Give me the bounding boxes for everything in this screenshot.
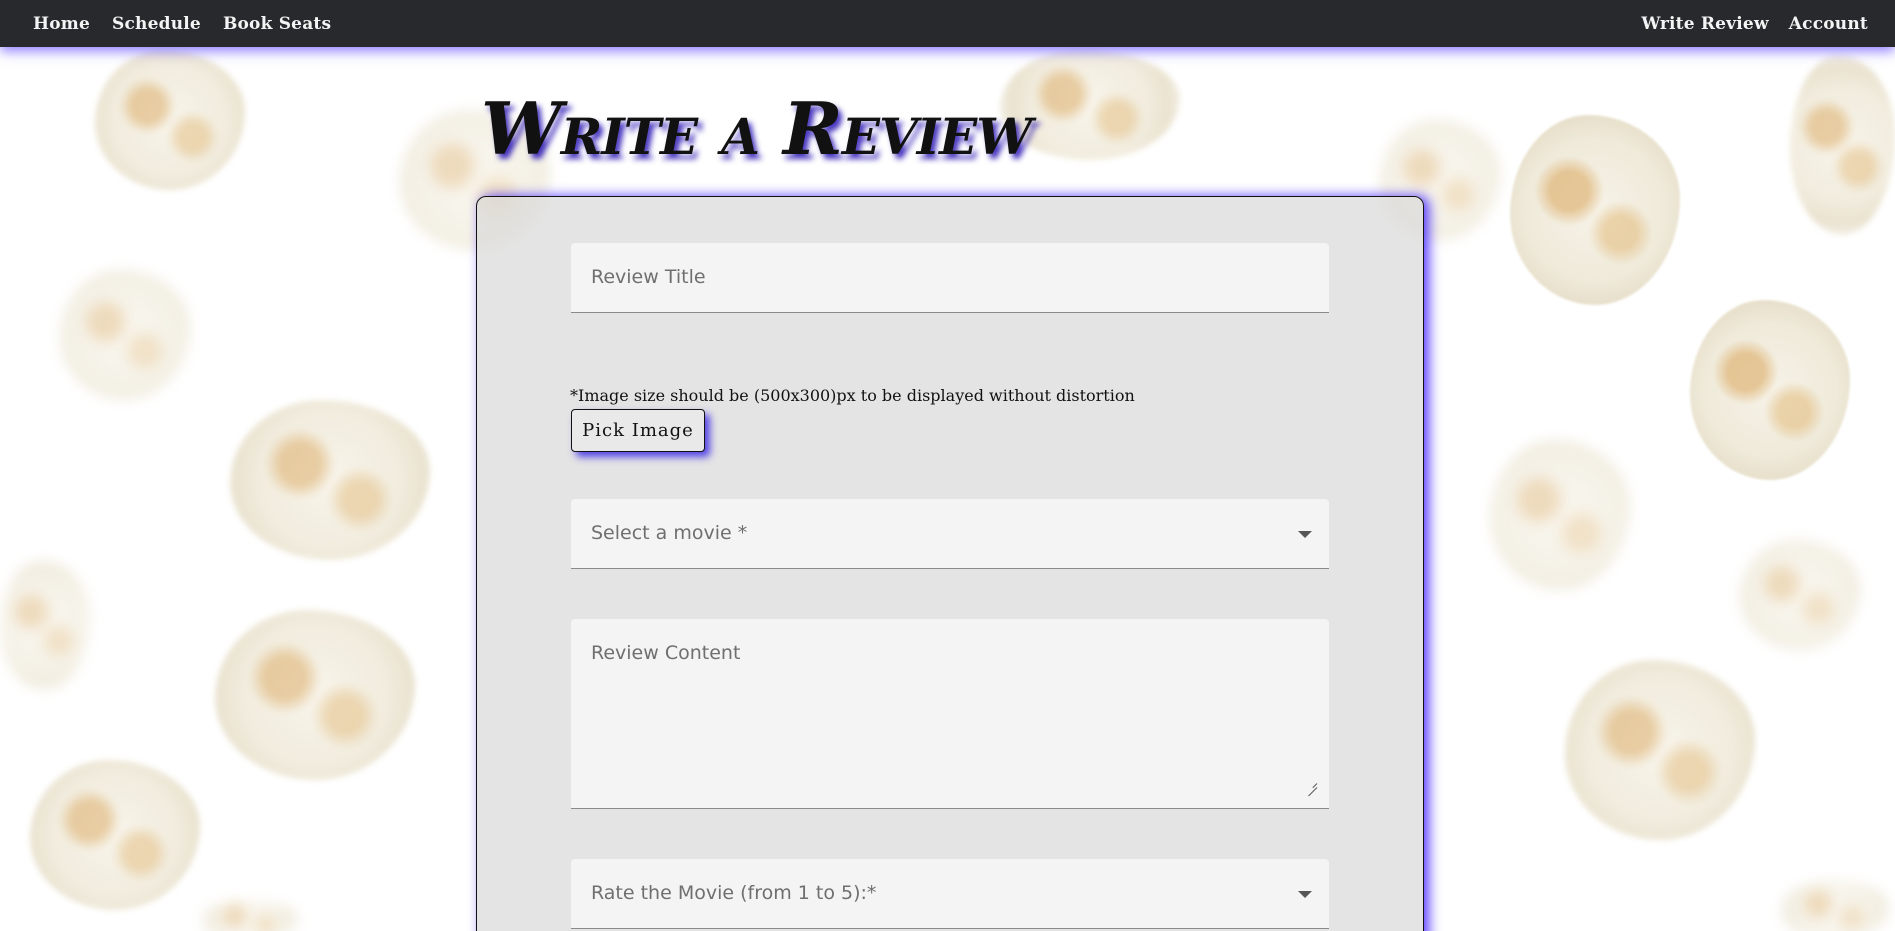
movie-select[interactable]: Select a movie * xyxy=(571,499,1329,569)
nav-write-review-link[interactable]: Write Review xyxy=(1641,14,1768,34)
nav-right-group: Write Review Account xyxy=(1621,0,1868,47)
top-navbar: Home Schedule Book Seats Write Review Ac… xyxy=(0,0,1895,47)
chevron-down-icon xyxy=(1298,891,1312,898)
nav-book-seats-link[interactable]: Book Seats xyxy=(223,14,331,34)
image-size-note: *Image size should be (500x300)px to be … xyxy=(570,386,1135,405)
review-form-card: Review Title *Image size should be (500x… xyxy=(476,196,1424,931)
nav-home-link[interactable]: Home xyxy=(33,14,90,34)
rating-select[interactable]: Rate the Movie (from 1 to 5):* xyxy=(571,859,1329,929)
page-title: Write a Review xyxy=(481,86,1032,171)
review-content-textarea[interactable]: Review Content xyxy=(571,619,1329,809)
review-title-input[interactable]: Review Title xyxy=(571,243,1329,313)
chevron-down-icon xyxy=(1298,531,1312,538)
movie-select-placeholder: Select a movie * xyxy=(591,522,748,544)
resize-handle-icon[interactable] xyxy=(1307,778,1317,788)
rating-select-placeholder: Rate the Movie (from 1 to 5):* xyxy=(591,882,877,904)
review-content-placeholder: Review Content xyxy=(591,642,741,664)
nav-schedule-link[interactable]: Schedule xyxy=(112,14,201,34)
pick-image-button[interactable]: Pick Image xyxy=(571,409,705,452)
nav-account-link[interactable]: Account xyxy=(1789,14,1868,34)
nav-left-group: Home Schedule Book Seats xyxy=(33,0,353,47)
review-title-placeholder: Review Title xyxy=(591,266,706,288)
